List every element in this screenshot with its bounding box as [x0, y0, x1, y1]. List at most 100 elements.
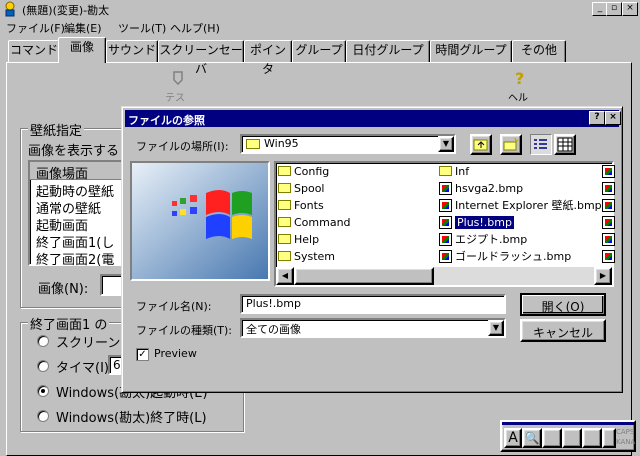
bitmap-file-icon [439, 216, 452, 229]
folder-icon [278, 200, 291, 210]
filename-label: ファイル名(N): [136, 300, 212, 313]
test-button[interactable]: テスト [163, 69, 191, 119]
ime-mode-button[interactable]: A [504, 428, 522, 448]
radio-timer[interactable] [37, 360, 49, 372]
ime-toolbar: A 🔍 CAPS KANA [500, 420, 636, 452]
scrollbar-thumb[interactable] [294, 267, 434, 285]
open-button[interactable]: 開く(O) [520, 293, 606, 316]
preview-checkbox[interactable]: ✓ [136, 348, 149, 361]
menu-edit[interactable]: 編集(E) [64, 20, 102, 36]
filetype-label: ファイルの種類(T): [136, 324, 233, 337]
app-title: (無題)(変更)-勘太 [22, 4, 110, 17]
menu-help[interactable]: ヘルプ(H) [170, 20, 220, 36]
tab-date-group[interactable]: 日付グループ [346, 40, 430, 62]
help-icon: ? [515, 69, 525, 88]
folder-icon [278, 234, 291, 244]
restore-button[interactable]: ▫ [606, 2, 622, 16]
help-button[interactable]: ? ヘルプ [506, 69, 536, 119]
menu-file[interactable]: ファイル(F) [6, 20, 65, 36]
filename-value: Plus!.bmp [246, 297, 301, 310]
show-image-label: 画像を表示する [28, 144, 120, 159]
caps-indicator: CAPS [616, 428, 635, 436]
list-view-icon [534, 139, 547, 149]
list-item[interactable]: 終了画面2(電 [36, 249, 114, 268]
tab-image[interactable]: 画像 [58, 37, 106, 63]
bitmap-file-icon [439, 182, 452, 195]
details-view-button[interactable] [554, 134, 576, 155]
tab-group[interactable]: グループ [292, 40, 346, 62]
bitmap-file-icon [439, 199, 452, 212]
location-label: ファイルの場所(I): [136, 140, 229, 153]
ime-search-icon[interactable]: 🔍 [522, 428, 542, 448]
file-list[interactable]: Config Spool Fonts Command Help System I… [274, 161, 615, 287]
folder-item-inf[interactable]: Inf [439, 164, 469, 180]
main-title-bar: (無題)(変更)-勘太 _ ▫ × [0, 0, 640, 18]
up-folder-icon [473, 139, 488, 151]
tab-time-group[interactable]: 時間グループ [430, 40, 512, 62]
bitmap-file-icon [602, 182, 615, 195]
ime-keyboard-icon[interactable] [602, 428, 616, 448]
folder-item-help[interactable]: Help [278, 232, 319, 248]
option-shutdown-label: Windows(勘太)終了時(L) [56, 411, 207, 426]
bitmap-file-icon [439, 250, 452, 263]
bitmap-file-icon [602, 250, 615, 263]
radio-screensaver[interactable] [37, 335, 49, 347]
preview-pane [130, 161, 270, 281]
folder-icon [439, 166, 452, 176]
bitmap-file-icon [602, 216, 615, 229]
horizontal-scrollbar[interactable]: ◀ ▶ [276, 267, 612, 285]
folder-icon [278, 251, 291, 261]
location-dropdown-arrow[interactable]: ▼ [438, 136, 454, 152]
radio-on-startup[interactable] [37, 385, 49, 397]
file-item-egypt[interactable]: エジプト.bmp [439, 232, 527, 248]
close-button[interactable]: × [622, 2, 638, 16]
folder-item-fonts[interactable]: Fonts [278, 198, 324, 214]
filename-input[interactable]: Plus!.bmp [240, 294, 506, 314]
filetype-value: 全ての画像 [246, 323, 301, 336]
file-item-goldrush[interactable]: ゴールドラッシュ.bmp [439, 249, 571, 265]
filetype-dropdown[interactable]: 全ての画像 ▼ [240, 318, 506, 338]
cancel-button[interactable]: キャンセル [520, 319, 606, 342]
new-folder-icon [503, 137, 519, 151]
filetype-dropdown-arrow[interactable]: ▼ [488, 320, 504, 336]
file-item-ie-wallpaper[interactable]: Internet Explorer 壁紙.bmp [439, 198, 602, 214]
tab-command[interactable]: コマンド [8, 40, 60, 62]
menu-bar: ファイル(F) 編集(E) ツール(T) ヘルプ(H) [0, 18, 640, 36]
end-screen-group-title: 終了画面1 の [28, 314, 110, 333]
ime-table-icon[interactable] [542, 428, 562, 448]
location-dropdown[interactable]: Win95 ▼ [240, 134, 456, 154]
file-item-plus-selected[interactable]: Plus!.bmp [439, 215, 514, 231]
menu-tools[interactable]: ツール(T) [118, 20, 166, 36]
ime-dictionary-icon[interactable] [562, 428, 582, 448]
folder-item-spool[interactable]: Spool [278, 181, 324, 197]
up-folder-button[interactable] [470, 134, 492, 155]
dialog-help-button[interactable]: ? [589, 111, 605, 125]
tab-sound[interactable]: サウンド [106, 40, 158, 62]
kana-indicator: KANA [616, 438, 636, 446]
ime-toolbar-titlebar[interactable] [502, 422, 634, 425]
option-timer-label: タイマ(I) [56, 361, 109, 376]
bitmap-file-icon [602, 199, 615, 212]
windows-logo-preview-image [132, 163, 268, 279]
bitmap-file-icon [602, 233, 615, 246]
location-value: Win95 [264, 137, 299, 150]
list-view-button[interactable] [530, 134, 552, 155]
new-folder-button[interactable] [500, 134, 522, 155]
dialog-title-bar[interactable]: ファイルの参照 ? × [125, 110, 621, 127]
scroll-right-button[interactable]: ▶ [594, 267, 612, 285]
folder-item-command[interactable]: Command [278, 215, 351, 231]
tab-screensaver[interactable]: スクリーンセーバ [158, 40, 244, 76]
file-item-hsvga2[interactable]: hsvga2.bmp [439, 181, 523, 197]
cancel-button-label: キャンセル [532, 326, 593, 340]
folder-item-config[interactable]: Config [278, 164, 329, 180]
scroll-left-button[interactable]: ◀ [276, 267, 294, 285]
scene-list-header-label: 画像場面 [36, 167, 89, 182]
folder-icon [278, 217, 291, 227]
tab-pointer[interactable]: ポインタ [244, 40, 292, 76]
radio-on-shutdown[interactable] [37, 410, 49, 422]
ime-tool-icon[interactable] [582, 428, 602, 448]
dialog-close-button[interactable]: × [605, 111, 621, 125]
tab-other[interactable]: その他 [512, 40, 566, 62]
folder-item-system[interactable]: System [278, 249, 335, 265]
folder-icon [278, 183, 291, 193]
